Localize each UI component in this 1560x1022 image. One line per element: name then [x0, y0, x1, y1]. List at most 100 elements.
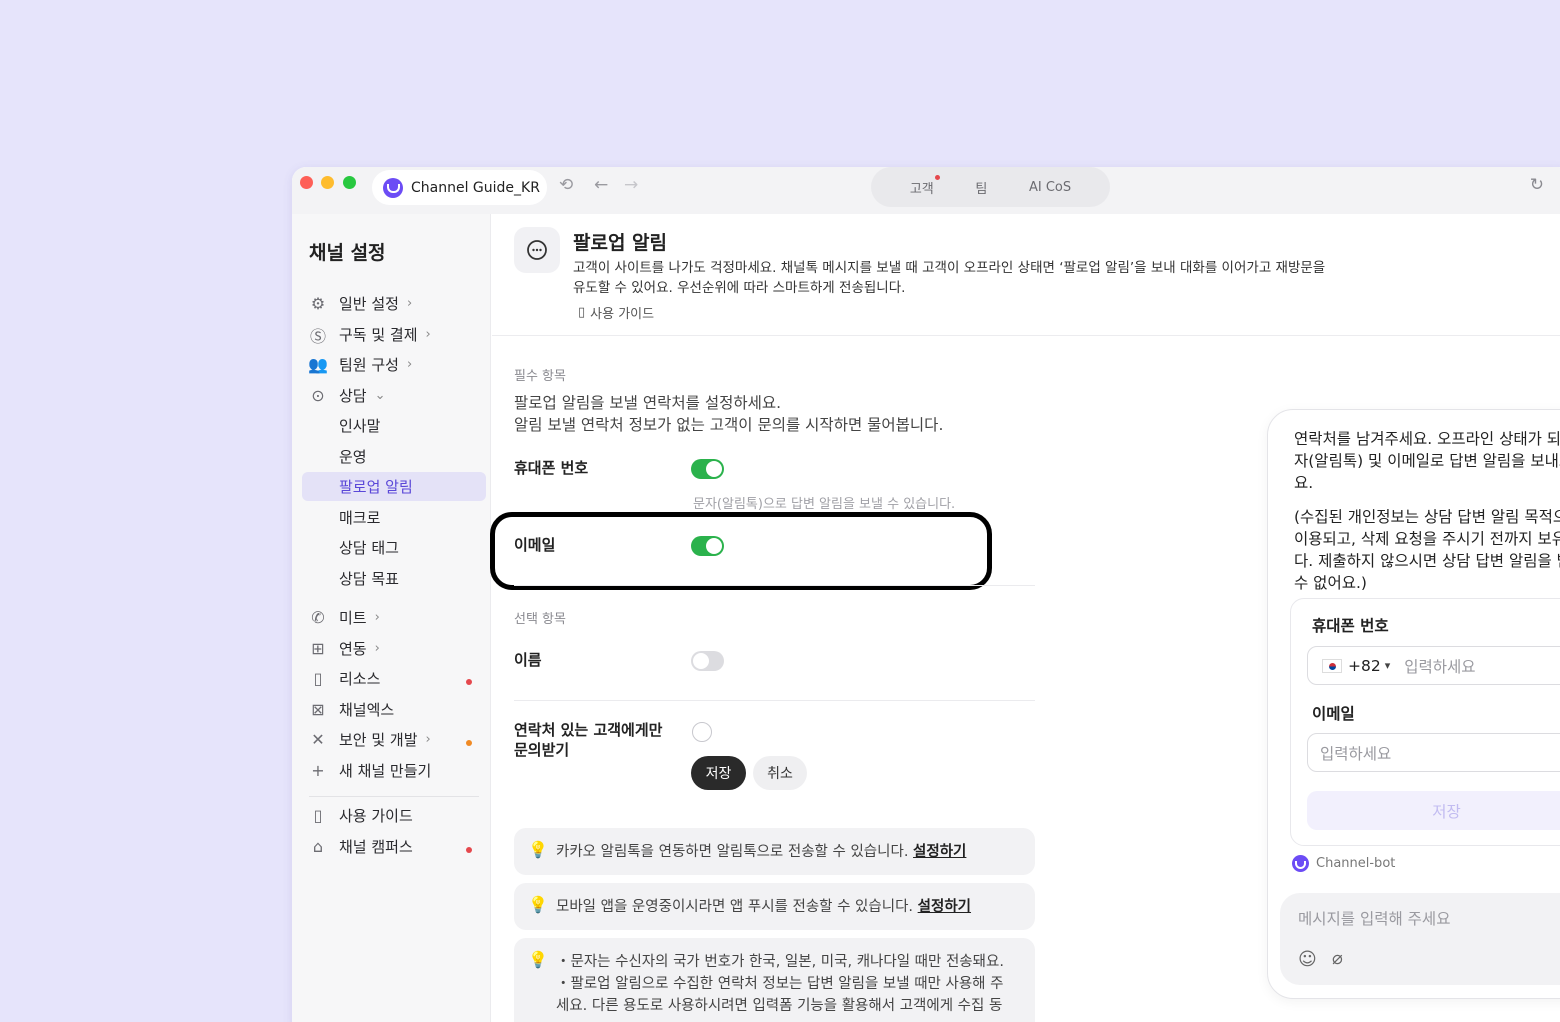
page-title: 팔로업 알림 — [573, 232, 668, 254]
sidebar-item-channelx[interactable]: ⊠ 채널엑스 — [302, 695, 486, 724]
email-highlight-box — [490, 512, 992, 590]
phone-row-label: 휴대폰 번호 — [514, 459, 589, 477]
emoji-icon[interactable]: ☺ — [1298, 949, 1317, 970]
notification-dot — [466, 679, 472, 685]
chevron-right-icon: › — [425, 732, 431, 747]
save-button[interactable]: 저장 — [691, 756, 746, 790]
section-divider — [514, 585, 1035, 586]
close-window-button[interactable] — [300, 176, 313, 189]
lightbulb-icon: 💡 — [528, 840, 548, 859]
optional-section-label: 선택 항목 — [514, 612, 566, 627]
preview-phone-input[interactable]: +82 ▾ 입력하세요 — [1307, 646, 1560, 685]
chat-bubble-icon — [514, 227, 560, 273]
tab-team[interactable]: 팀 — [975, 178, 987, 197]
maximize-window-button[interactable] — [343, 176, 356, 189]
tools-icon: ✕ — [311, 730, 325, 749]
header-divider — [492, 335, 1560, 336]
sidebar-divider — [309, 796, 479, 797]
cancel-button[interactable]: 취소 — [753, 756, 807, 790]
plus-icon: + — [311, 761, 325, 780]
gear-icon: ⚙ — [310, 294, 326, 313]
main-content: 팔로업 알림 고객이 사이트를 나가도 걱정마세요. 채널톡 메시지를 보낼 때… — [490, 214, 1560, 1022]
notification-dot — [466, 847, 472, 853]
minimize-window-button[interactable] — [321, 176, 334, 189]
preview-email-input[interactable]: 입력하세요 — [1307, 733, 1560, 772]
contact-only-checkbox[interactable] — [692, 722, 712, 742]
graduation-cap-icon: ⌂ — [312, 837, 324, 856]
book-icon: ▯ — [578, 305, 586, 320]
sidebar-item-campus[interactable]: ⌂ 채널 캠퍼스 — [302, 832, 486, 861]
top-tab-bar: 고객 팀 AI CoS — [871, 167, 1110, 207]
sidebar-item-integration[interactable]: ⊞ 연동 › — [302, 634, 486, 663]
channel-name: Channel Guide_KR — [411, 179, 540, 196]
attachment-icon[interactable]: ⌀ — [1332, 948, 1343, 969]
contact-only-label: 연락처 있는 고객에게만 문의받기 — [514, 721, 663, 759]
phone-icon: ✆ — [311, 608, 325, 627]
app-push-setup-link[interactable]: 설정하기 — [918, 899, 971, 915]
notification-dot — [466, 740, 472, 746]
app-window: Channel Guide_KR ⟲ ← → 고객 팀 AI CoS ↻ 채널 … — [292, 167, 1560, 1022]
channel-logo-icon — [1292, 855, 1309, 872]
tab-ai-cos[interactable]: AI CoS — [1029, 180, 1071, 195]
user-guide-link[interactable]: ▯ 사용 가이드 — [578, 303, 654, 322]
sidebar-item-consult-tag[interactable]: 상담 태그 — [302, 533, 486, 562]
preview-contact-form: 휴대폰 번호 +82 ▾ 입력하세요 이메일 입력하세요 저장 — [1290, 598, 1560, 846]
email-row-label: 이메일 — [514, 536, 556, 554]
sidebar-item-consult[interactable]: ⊙ 상담 ⌄ — [302, 381, 486, 410]
sidebar-item-greeting[interactable]: 인사말 — [302, 411, 486, 440]
section-divider — [514, 700, 1035, 701]
sidebar-item-consult-goal[interactable]: 상담 목표 — [302, 564, 486, 593]
preview-phone-label: 휴대폰 번호 — [1312, 617, 1389, 635]
titlebar: Channel Guide_KR ⟲ ← → 고객 팀 AI CoS ↻ — [292, 167, 1560, 214]
chevron-right-icon: › — [406, 357, 413, 372]
people-icon: 👥 — [308, 355, 328, 374]
preview-message: 연락처를 남겨주세요. 오프라인 상태가 되면 문자(알림톡) 및 이메일로 답… — [1294, 430, 1560, 592]
grid-icon: ⊞ — [311, 639, 325, 658]
phone-hint: 문자(알림톡)으로 답변 알림을 보낼 수 있습니다. — [693, 497, 956, 512]
notification-dot — [934, 174, 940, 180]
refresh-icon[interactable]: ↻ — [1530, 175, 1544, 195]
book-icon: ▯ — [313, 669, 323, 688]
kakao-setup-link[interactable]: 설정하기 — [913, 844, 966, 860]
preview-save-button[interactable]: 저장 — [1307, 791, 1560, 830]
chevron-right-icon: › — [406, 296, 413, 311]
sidebar-item-team[interactable]: 👥 팀원 구성 › — [302, 350, 486, 379]
channel-logo-icon — [383, 177, 403, 198]
name-toggle[interactable] — [691, 651, 724, 671]
sidebar-item-general[interactable]: ⚙ 일반 설정 › — [302, 289, 486, 318]
tip-app-push: 💡 모바일 앱을 운영중이시라면 앱 푸시를 전송할 수 있습니다. 설정하기 — [514, 883, 1035, 930]
preview-message-composer[interactable]: 메시지를 입력해 주세요 ☺ ⌀ ↑ — [1280, 893, 1560, 985]
sidebar-item-followup[interactable]: 팔로업 알림 — [302, 472, 486, 501]
sidebar-item-user-guide[interactable]: ▯ 사용 가이드 — [302, 801, 486, 830]
forward-arrow-icon[interactable]: → — [624, 175, 638, 195]
tip-kakao: 💡 카카오 알림톡을 연동하면 알림톡으로 전송할 수 있습니다. 설정하기 — [514, 828, 1035, 875]
chat-preview: 연락처를 남겨주세요. 오프라인 상태가 되면 문자(알림톡) 및 이메일로 답… — [1267, 409, 1560, 999]
sidebar-item-macro[interactable]: 매크로 — [302, 503, 486, 532]
preview-email-label: 이메일 — [1312, 705, 1355, 723]
book-icon: ▯ — [313, 806, 323, 825]
chevron-right-icon: › — [425, 327, 431, 342]
korea-flag-icon — [1322, 658, 1342, 673]
preview-bot-name: Channel-bot — [1292, 855, 1395, 872]
phone-toggle[interactable] — [691, 459, 724, 479]
history-icon[interactable]: ⟲ — [559, 175, 573, 195]
sidebar-item-resources[interactable]: ▯ 리소스 — [302, 664, 486, 693]
sidebar-item-operation[interactable]: 운영 — [302, 442, 486, 471]
page-description: 고객이 사이트를 나가도 걱정마세요. 채널톡 메시지를 보낼 때 고객이 오프… — [573, 260, 1326, 296]
dollar-icon: Ⓢ — [309, 326, 326, 346]
chevron-right-icon: › — [374, 641, 380, 656]
sidebar-item-meet[interactable]: ✆ 미트 › — [302, 603, 486, 632]
sidebar-item-security[interactable]: ✕ 보안 및 개발 › — [302, 725, 486, 754]
required-section-label: 필수 항목 — [514, 369, 566, 384]
tab-customers[interactable]: 고객 — [910, 174, 940, 197]
back-arrow-icon[interactable]: ← — [594, 175, 608, 195]
chevron-right-icon: › — [374, 610, 380, 625]
chat-icon: ⊙ — [311, 386, 325, 405]
sidebar-item-billing[interactable]: Ⓢ 구독 및 결제 › — [302, 320, 486, 349]
lightbulb-icon: 💡 — [528, 895, 548, 914]
settings-sidebar: 채널 설정 ⚙ 일반 설정 › Ⓢ 구독 및 결제 › 👥 팀원 구성 › ⊙ 상담 ⌄ 인사말… — [292, 214, 491, 1022]
email-toggle[interactable] — [691, 536, 724, 556]
channel-switcher[interactable]: Channel Guide_KR — [372, 170, 547, 205]
sidebar-item-new-channel[interactable]: + 새 채널 만들기 — [302, 756, 486, 785]
required-section-description: 팔로업 알림을 보낼 연락처를 설정하세요. 알림 보낼 연락처 정보가 없는 … — [514, 394, 944, 434]
